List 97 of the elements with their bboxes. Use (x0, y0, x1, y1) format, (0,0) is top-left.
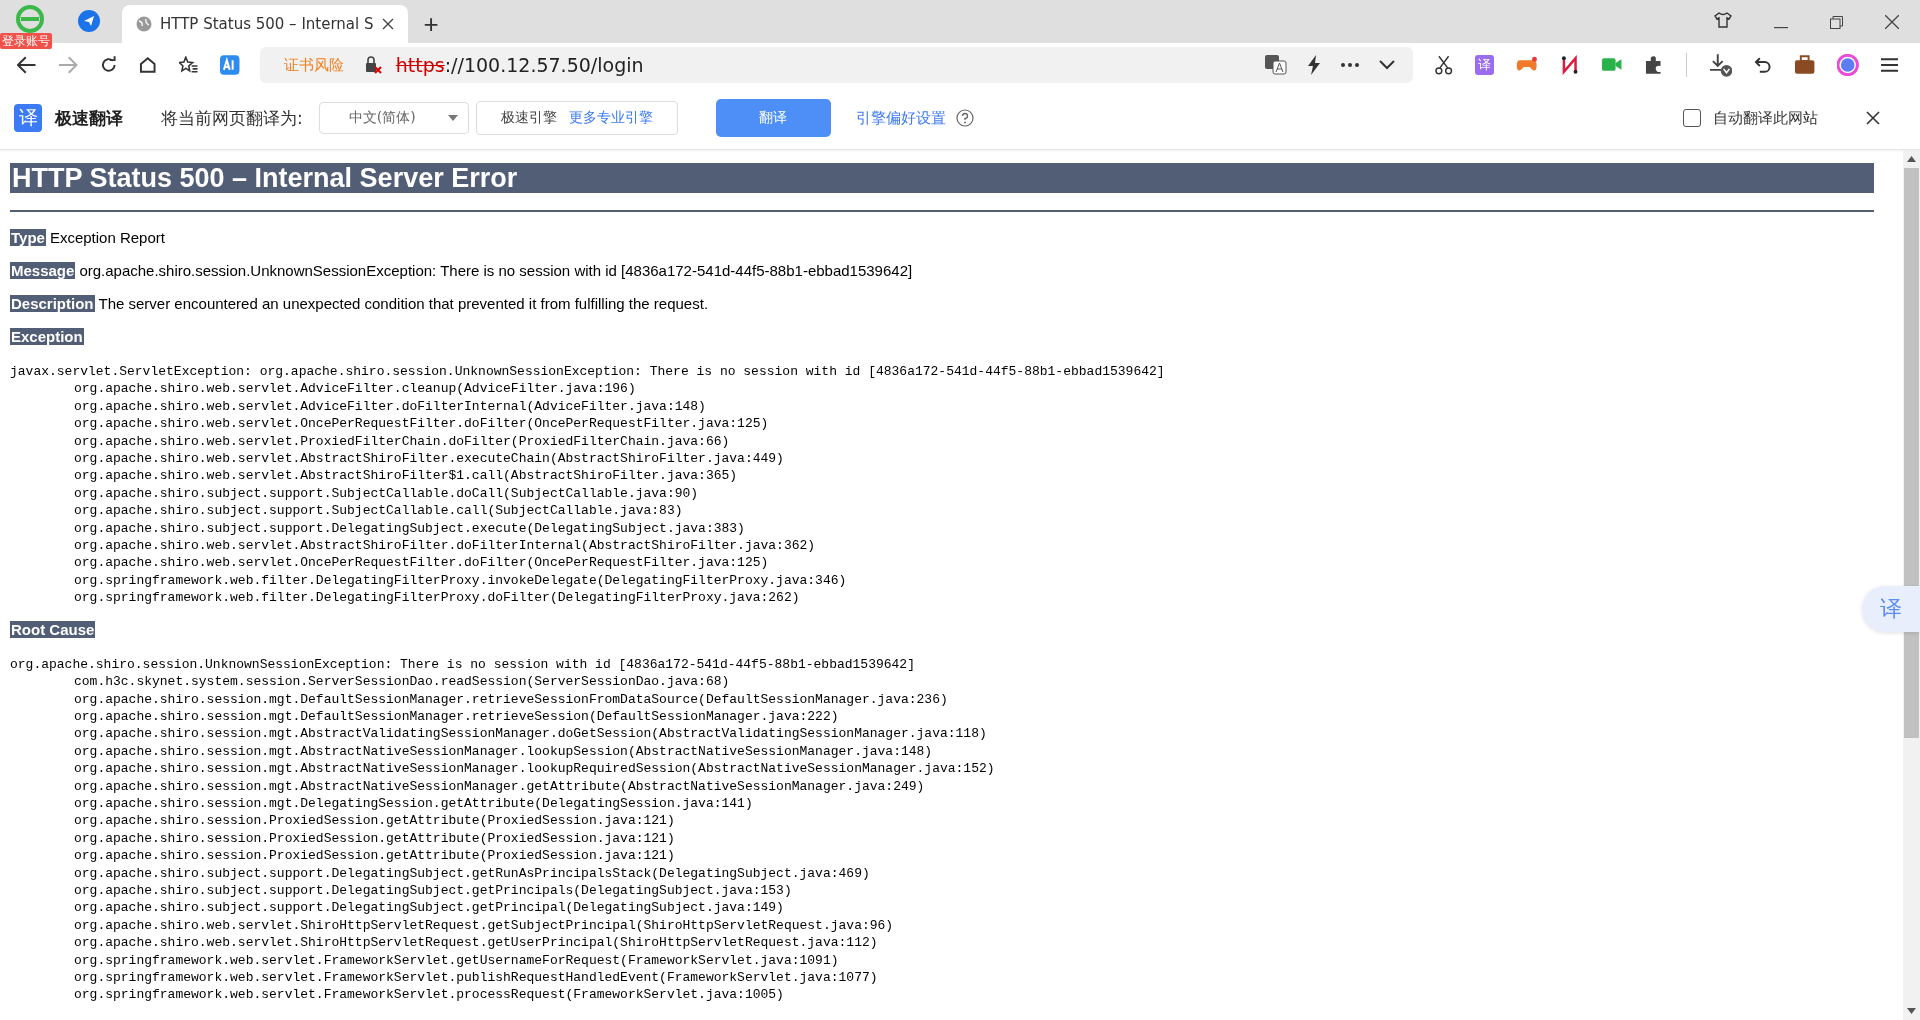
stack-trace-line: org.springframework.web.filter.DelegatingFilterProxy.doFilter(DelegatingFilterProxy.java:262) (73, 589, 801, 607)
stack-trace-line: org.apache.shiro.session.mgt.DefaultSessionManager.retrieveSession(DefaultSessionManager.java:222) (73, 707, 840, 726)
menu-icon[interactable] (1880, 58, 1898, 72)
engine-settings-link[interactable]: 引擎偏好设置 (855, 108, 946, 128)
translate-prompt: 将当前网页翻译为: (161, 106, 303, 130)
lightning-icon[interactable] (1307, 55, 1322, 75)
restore-icon[interactable] (1830, 16, 1843, 29)
help-icon[interactable] (955, 109, 974, 127)
lock-error-icon[interactable] (363, 56, 382, 74)
stack-trace-line: org.apache.shiro.web.servlet.AdviceFilter.cleanup(AdviceFilter.java:196) (73, 380, 637, 398)
stack-trace-line: org.apache.shiro.web.servlet.AbstractShiroFilter.executeChain(AbstractShiroFilter.java:449) (73, 450, 785, 468)
engine-label: 极速引擎 (500, 109, 557, 127)
stack-trace-line: org.apache.shiro.web.servlet.ShiroHttpServletRequest.getUserPrincipal(ShiroHttpServletRequest.java:112) (73, 934, 879, 952)
field-value: The server encountered an unexpected condition that prevented it from fulfilling the request. (98, 295, 709, 312)
stack-trace-line: org.apache.shiro.session.ProxiedSession.getAttribute(ProxiedSession.java:121) (73, 829, 676, 848)
stack-trace-line: org.apache.shiro.web.servlet.ProxiedFilterChain.doFilter(ProxiedFilterChain.java:66) (73, 432, 731, 451)
stack-trace-line: org.springframework.web.filter.DelegatingFilterProxy.invokeDelegate(DelegatingFilterProxy.java:346) (73, 571, 848, 590)
field-label: Type (10, 229, 46, 246)
section-heading: Exception (10, 328, 84, 345)
stack-trace-line: org.apache.shiro.session.mgt.DefaultSessionManager.retrieveSessionFromDataSource(DefaultSessionManager.java:236) (73, 690, 949, 708)
browser-logo-icon[interactable] (15, 4, 45, 34)
auto-translate-label: 自动翻译此网站 (1713, 108, 1818, 128)
stack-trace-line: javax.servlet.ServletException: org.apache.shiro.session.UnknownSessionException: There is no session with id [4836a172-541d-44f5-88b1-ebbad1539642] (10, 363, 1166, 381)
undo-icon[interactable] (1754, 56, 1772, 74)
stack-trace-line: org.apache.shiro.web.servlet.OncePerRequestFilter.doFilter(OncePerRequestFilter.java:125) (73, 415, 770, 433)
error-heading: HTTP Status 500 – Internal Server Error (10, 163, 1874, 193)
briefcase-icon[interactable] (1793, 55, 1816, 75)
video-camera-icon[interactable] (1601, 56, 1623, 74)
network-icon[interactable] (1559, 55, 1580, 75)
login-badge[interactable]: 登录账号 (0, 33, 52, 49)
auto-translate-checkbox[interactable] (1683, 109, 1701, 127)
more-icon[interactable] (1341, 63, 1360, 67)
scrollbar[interactable] (1903, 150, 1920, 1020)
chevron-down-icon[interactable] (1379, 60, 1396, 70)
browser-tab[interactable]: HTTP Status 500 – Internal S (122, 5, 408, 43)
ai-icon[interactable] (220, 55, 240, 75)
close-icon[interactable] (1866, 111, 1880, 125)
field-label: Message (10, 262, 76, 279)
download-icon[interactable] (1708, 53, 1733, 77)
home-icon[interactable] (139, 56, 157, 74)
section-heading: Root Cause (10, 620, 96, 638)
stack-trace-line: org.apache.shiro.web.servlet.AbstractShiroFilter$1.call(AbstractShiroFilter.java:365) (73, 467, 739, 485)
certificate-warning[interactable]: 证书风险 (283, 55, 344, 75)
globe-icon (136, 16, 152, 32)
ai-assistant-icon[interactable] (1837, 54, 1859, 76)
stack-trace-line: org.springframework.web.servlet.FrameworkServlet.publishRequestHandledEvent(FrameworkServlet.java:1077) (73, 969, 879, 987)
stack-trace-line: org.apache.shiro.subject.support.SubjectCallable.call(SubjectCallable.java:83) (73, 502, 684, 520)
new-tab-button[interactable]: + (419, 9, 443, 39)
field-value: Exception Report (49, 229, 165, 246)
close-icon[interactable] (381, 18, 394, 30)
translate-button[interactable]: 翻译 (715, 99, 831, 137)
stack-trace-line: org.apache.shiro.web.servlet.AdviceFilter.doFilterInternal(AdviceFilter.java:148) (73, 397, 707, 416)
stack-trace-line: org.apache.shiro.session.mgt.AbstractNativeSessionManager.lookupSession(AbstractNativeSessionManager.java:148) (73, 742, 934, 761)
stack-trace-line: org.apache.shiro.subject.support.DelegatingSubject.getPrincipal(DelegatingSubject.java:149) (73, 899, 785, 917)
address-bar[interactable]: 证书风险 https://100.12.57.50/login (259, 47, 1414, 83)
tab-title: HTTP Status 500 – Internal S (160, 15, 374, 33)
translator-brand: 极速翻译 (55, 106, 123, 130)
stack-trace-line: org.apache.shiro.web.servlet.OncePerRequestFilter.doFilter(OncePerRequestFilter.java:125) (73, 554, 770, 572)
stack-trace-line: com.h3c.skynet.system.session.ServerSessionDao.readSession(ServerSessionDao.java:68) (73, 673, 731, 691)
puzzle-icon[interactable] (1644, 55, 1664, 75)
language-dropdown[interactable]: 中文(简体) (318, 102, 469, 134)
stack-trace-line: org.apache.shiro.subject.support.DelegatingSubject.execute(DelegatingSubject.java:383) (73, 519, 746, 538)
stack-trace-line: org.apache.shiro.web.servlet.AbstractShiroFilter.doFilterInternal(AbstractShiroFilter.java:362) (73, 537, 817, 555)
stack-trace-line: org.apache.shiro.session.ProxiedSession.getAttribute(ProxiedSession.java:121) (73, 847, 676, 865)
stack-trace-line: org.apache.shiro.session.mgt.DelegatingSession.getAttribute(DelegatingSession.java:141) (73, 794, 754, 813)
stack-trace-line: org.apache.shiro.session.ProxiedSession.getAttribute(ProxiedSession.java:121) (73, 812, 676, 830)
shirt-icon[interactable] (1714, 11, 1732, 29)
floating-translate-button[interactable]: 译 (1862, 586, 1920, 632)
minimize-icon[interactable] (1774, 27, 1788, 29)
caret-icon (447, 115, 458, 121)
scroll-up-icon[interactable] (1907, 156, 1916, 162)
scroll-down-icon[interactable] (1907, 1008, 1916, 1014)
stack-trace-line: org.apache.shiro.session.UnknownSessionException: There is no session with id [4836a172-541d-44f5-88b1-ebbad1539642] (10, 655, 916, 674)
stack-trace-line: org.apache.shiro.session.mgt.AbstractNativeSessionManager.getAttribute(AbstractNativeSessionManager.java:249) (73, 777, 926, 795)
scissors-icon[interactable] (1435, 55, 1453, 75)
stack-trace-line: org.apache.shiro.web.servlet.ShiroHttpServletRequest.getSubjectPrincipal(ShiroHttpServletRequest.java:96) (73, 916, 895, 935)
field-label: Description (10, 295, 95, 312)
scrollbar-thumb[interactable] (1904, 168, 1919, 738)
stack-trace-line: org.springframework.web.servlet.FrameworkServlet.processRequest(FrameworkServlet.java:1005) (73, 986, 785, 1004)
star-list-icon[interactable] (178, 56, 199, 74)
translate-extension-button[interactable]: 译 (1474, 55, 1495, 75)
gamepad-icon[interactable] (1516, 56, 1538, 74)
translate-logo: 译 (14, 104, 42, 132)
field-value: org.apache.shiro.session.UnknownSessionException: There is no session with id [4836a172-541d-44f5-88b1-ebbad1539642] (79, 262, 913, 279)
stack-trace-line: org.apache.shiro.subject.support.SubjectCallable.doCall(SubjectCallable.java:90) (73, 484, 700, 503)
stack-trace-line: org.apache.shiro.subject.support.DelegatingSubject.getRunAsPrincipalsStack(DelegatingSubject.java:469) (73, 864, 871, 882)
translate-icon[interactable] (1265, 55, 1288, 75)
stack-trace-line: org.apache.shiro.session.mgt.AbstractNativeSessionManager.lookupRequiredSession(AbstractNativeSessionManager.java:152) (73, 760, 996, 778)
more-engines-link[interactable]: 更多专业引擎 (568, 109, 653, 127)
stack-trace-line: org.apache.shiro.subject.support.DelegatingSubject.getPrincipals(DelegatingSubject.java:153) (73, 881, 793, 900)
back-icon[interactable] (17, 56, 37, 74)
stack-trace-line: org.springframework.web.servlet.FrameworkServlet.getUsernameForRequest(FrameworkServlet.java:1091) (73, 951, 840, 969)
url-text: https://100.12.57.50/login (395, 54, 644, 76)
close-icon[interactable] (1885, 15, 1899, 29)
send-icon[interactable] (78, 10, 100, 32)
reload-icon[interactable] (99, 56, 118, 74)
stack-trace-line: org.apache.shiro.session.mgt.AbstractValidatingSessionManager.doGetSession(AbstractValidatingSessionManager.java:118) (73, 725, 988, 743)
